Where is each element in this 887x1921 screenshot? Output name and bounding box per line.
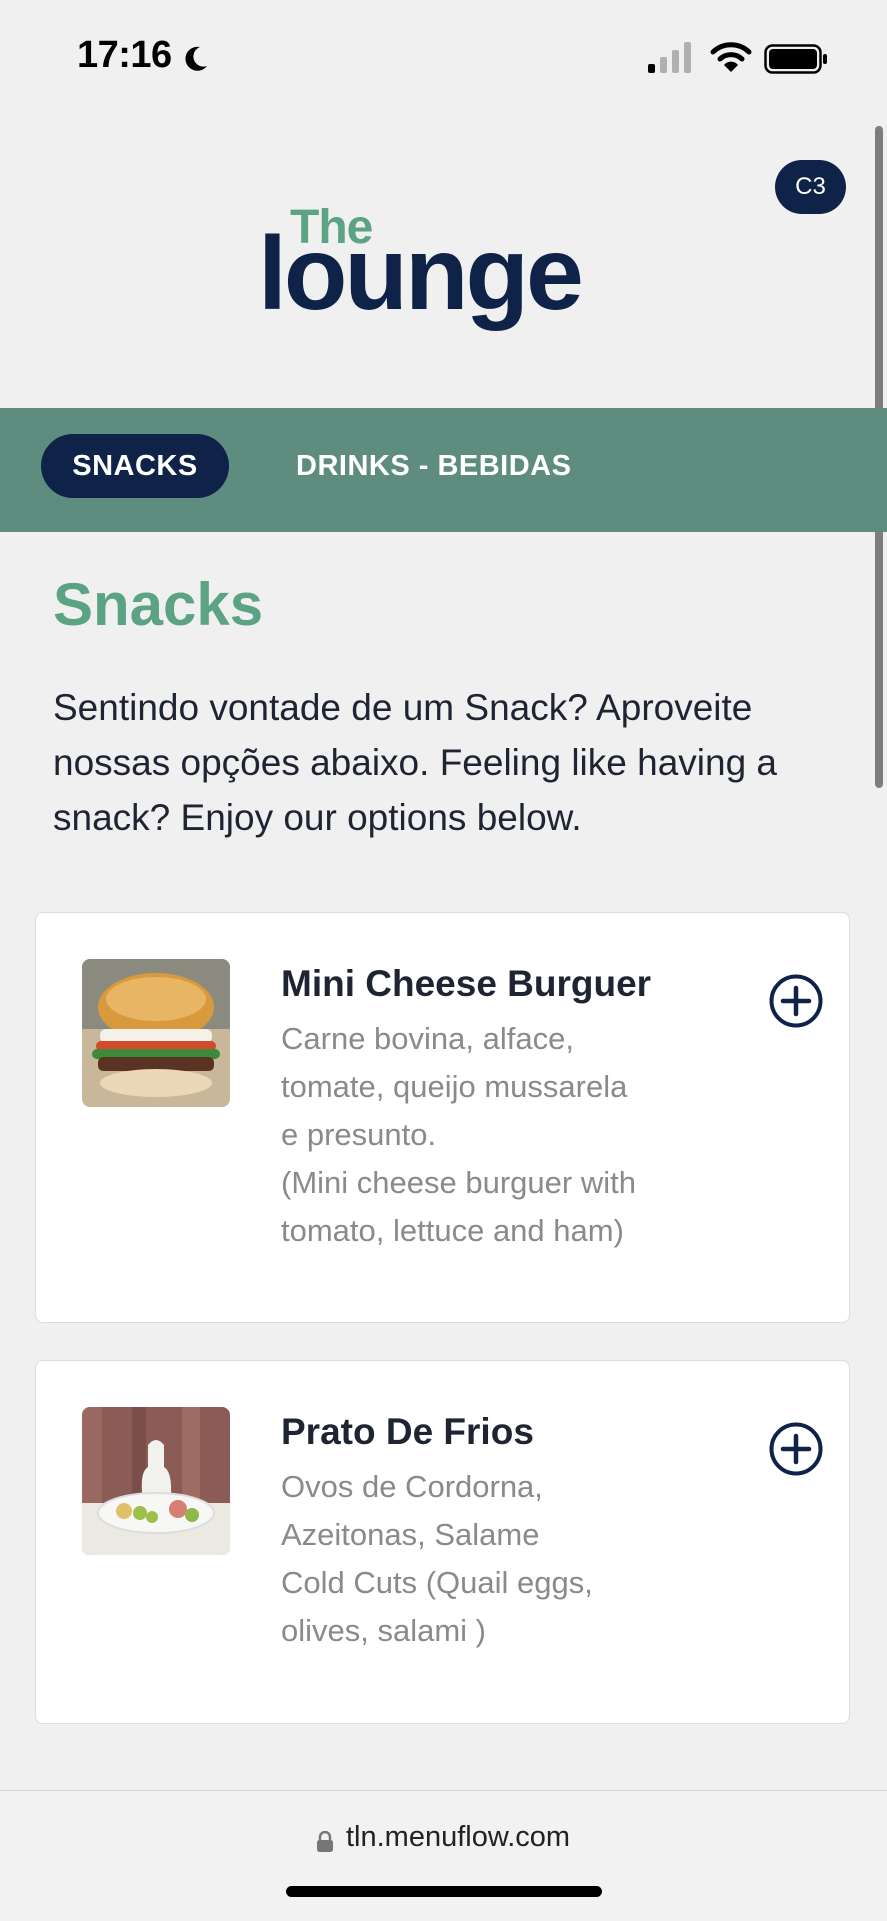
- item-name: Prato De Frios: [281, 1411, 534, 1452]
- table-badge[interactable]: C3: [775, 160, 846, 214]
- section-title: Snacks: [53, 571, 264, 638]
- item-description: Carne bovina, alface, tomate, queijo mus…: [281, 1021, 636, 1248]
- add-plus-icon[interactable]: [768, 973, 824, 1029]
- status-time: 17:16: [77, 34, 172, 76]
- status-bar: 17:16: [0, 0, 887, 110]
- menu-item-card[interactable]: Mini Cheese Burguer Carne bovina, alface…: [35, 912, 850, 1323]
- cellular-signal-icon: [648, 42, 691, 73]
- tab-drinks-bebidas[interactable]: DRINKS - BEBIDAS: [296, 434, 571, 498]
- logo-large-text: lounge: [258, 216, 584, 332]
- menu-item-card[interactable]: Prato De Frios Ovos de Cordorna, Azeiton…: [35, 1360, 850, 1724]
- section-description: Sentindo vontade de um Snack? Aproveite …: [53, 687, 778, 838]
- tab-snacks[interactable]: SNACKS: [41, 434, 229, 498]
- the-lounge-logo[interactable]: The lounge: [258, 200, 628, 342]
- add-plus-icon[interactable]: [768, 1421, 824, 1477]
- wifi-icon: [710, 42, 752, 72]
- battery-icon: [764, 44, 827, 74]
- item-photo-cold-cuts: [82, 1407, 230, 1555]
- lock-icon: [317, 1831, 333, 1852]
- item-photo-burger: [82, 959, 230, 1107]
- category-tab-bar: SNACKS DRINKS - BEBIDAS: [0, 408, 887, 532]
- url-text[interactable]: tln.menuflow.com: [346, 1821, 570, 1854]
- browser-url-bar[interactable]: tln.menuflow.com: [0, 1790, 887, 1921]
- item-name: Mini Cheese Burguer: [281, 963, 652, 1004]
- item-description: Ovos de Cordorna, Azeitonas, Salame Cold…: [281, 1469, 593, 1648]
- moon-icon: [185, 46, 207, 71]
- home-indicator[interactable]: [286, 1886, 602, 1897]
